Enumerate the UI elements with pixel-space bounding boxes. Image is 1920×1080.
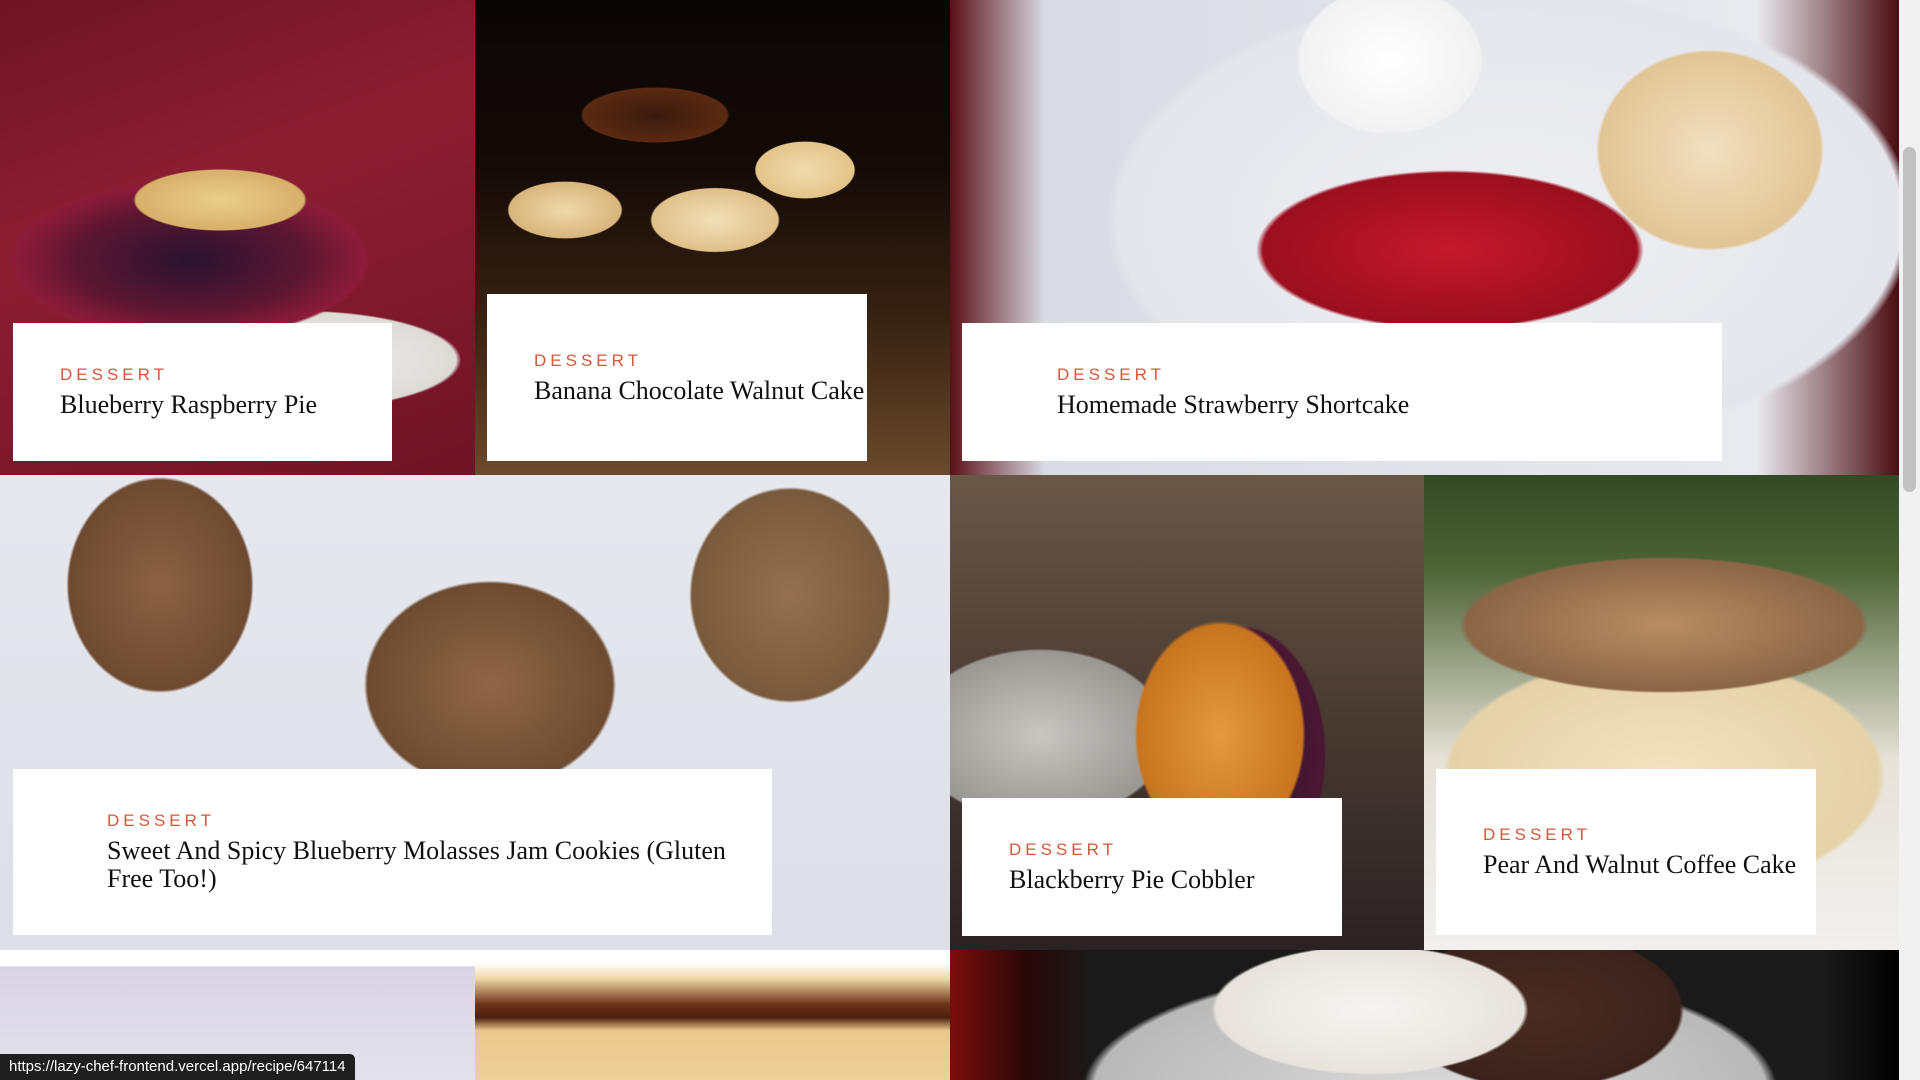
recipe-card-partial[interactable] [475,950,950,1080]
recipe-grid: DESSERT Blueberry Raspberry Pie DESSERT … [0,0,1899,1080]
recipe-card-partial[interactable] [950,950,1899,1080]
recipe-caption: DESSERT Blackberry Pie Cobbler [962,798,1342,936]
recipe-category: DESSERT [1483,825,1591,844]
recipe-category: DESSERT [107,811,215,830]
recipe-grid-page: DESSERT Blueberry Raspberry Pie DESSERT … [0,0,1920,1080]
recipe-card-blackberry-pie-cobbler[interactable]: DESSERT Blackberry Pie Cobbler [950,475,1424,950]
vertical-scrollbar[interactable] [1899,0,1920,1080]
recipe-title[interactable]: Blueberry Raspberry Pie [60,391,392,419]
recipe-card-blueberry-molasses-jam-cookies[interactable]: DESSERT Sweet And Spicy Blueberry Molass… [0,475,950,950]
recipe-title[interactable]: Banana Chocolate Walnut Cake [534,376,867,405]
recipe-card-banana-chocolate-walnut-cake[interactable]: DESSERT Banana Chocolate Walnut Cake [475,0,950,475]
recipe-category: DESSERT [60,365,168,384]
recipe-category: DESSERT [1057,365,1165,384]
recipe-caption: DESSERT Pear And Walnut Coffee Cake [1436,769,1816,935]
link-preview-status: https://lazy-chef-frontend.vercel.app/re… [0,1054,355,1080]
recipe-caption: DESSERT Banana Chocolate Walnut Cake [487,294,867,461]
recipe-card-homemade-strawberry-shortcake[interactable]: DESSERT Homemade Strawberry Shortcake [950,0,1899,475]
recipe-title[interactable]: Pear And Walnut Coffee Cake [1483,851,1816,879]
recipe-card-blueberry-raspberry-pie[interactable]: DESSERT Blueberry Raspberry Pie [0,0,475,475]
recipe-category: DESSERT [534,350,642,370]
recipe-title[interactable]: Blackberry Pie Cobbler [1009,866,1342,894]
recipe-category: DESSERT [1009,840,1117,859]
recipe-card-pear-walnut-coffee-cake[interactable]: DESSERT Pear And Walnut Coffee Cake [1424,475,1899,950]
scrollbar-thumb[interactable] [1903,147,1916,492]
recipe-title[interactable]: Homemade Strawberry Shortcake [1057,391,1722,419]
recipe-caption: DESSERT Homemade Strawberry Shortcake [962,323,1722,461]
recipe-photo [950,950,1899,1080]
recipe-caption: DESSERT Sweet And Spicy Blueberry Molass… [13,769,772,935]
recipe-title[interactable]: Sweet And Spicy Blueberry Molasses Jam C… [107,837,772,893]
recipe-caption: DESSERT Blueberry Raspberry Pie [13,323,392,461]
recipe-photo [475,950,950,1080]
